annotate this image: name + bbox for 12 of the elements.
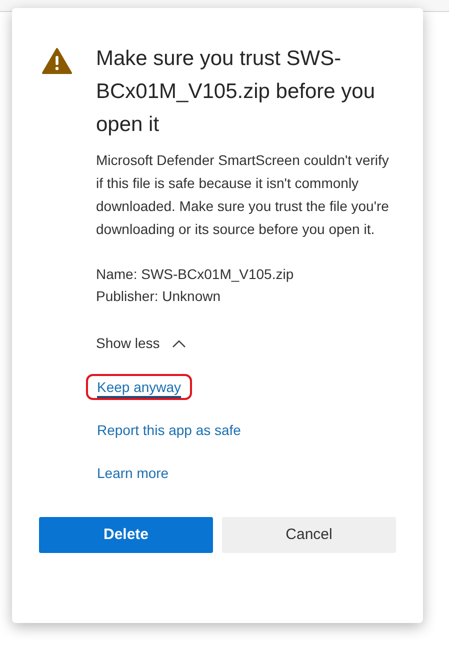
warning-message: Microsoft Defender SmartScreen couldn't verify if this file is safe because it isn't commonly downloaded. Make sure you trust the file you're downloading or its source before you open it. <box>96 151 390 239</box>
file-detail: Name: SWS-BCx01M_V105.zip <box>96 265 295 284</box>
file-detail: Publisher: Unknown <box>96 287 222 306</box>
show-less-toggle[interactable]: Show less <box>96 333 186 354</box>
action-link[interactable]: Keep anyway <box>86 374 192 400</box>
dialog-title: Make sure you trust SWS-BCx01M_V105.zip before you open it <box>96 46 376 138</box>
action-link[interactable]: Learn more <box>86 460 180 486</box>
action-link[interactable]: Report this app as safe <box>86 417 252 443</box>
warning-icon <box>42 48 72 74</box>
cancel-button[interactable]: Cancel <box>222 517 396 553</box>
delete-button[interactable]: Delete <box>39 517 213 553</box>
chevron-up-icon <box>172 340 186 348</box>
